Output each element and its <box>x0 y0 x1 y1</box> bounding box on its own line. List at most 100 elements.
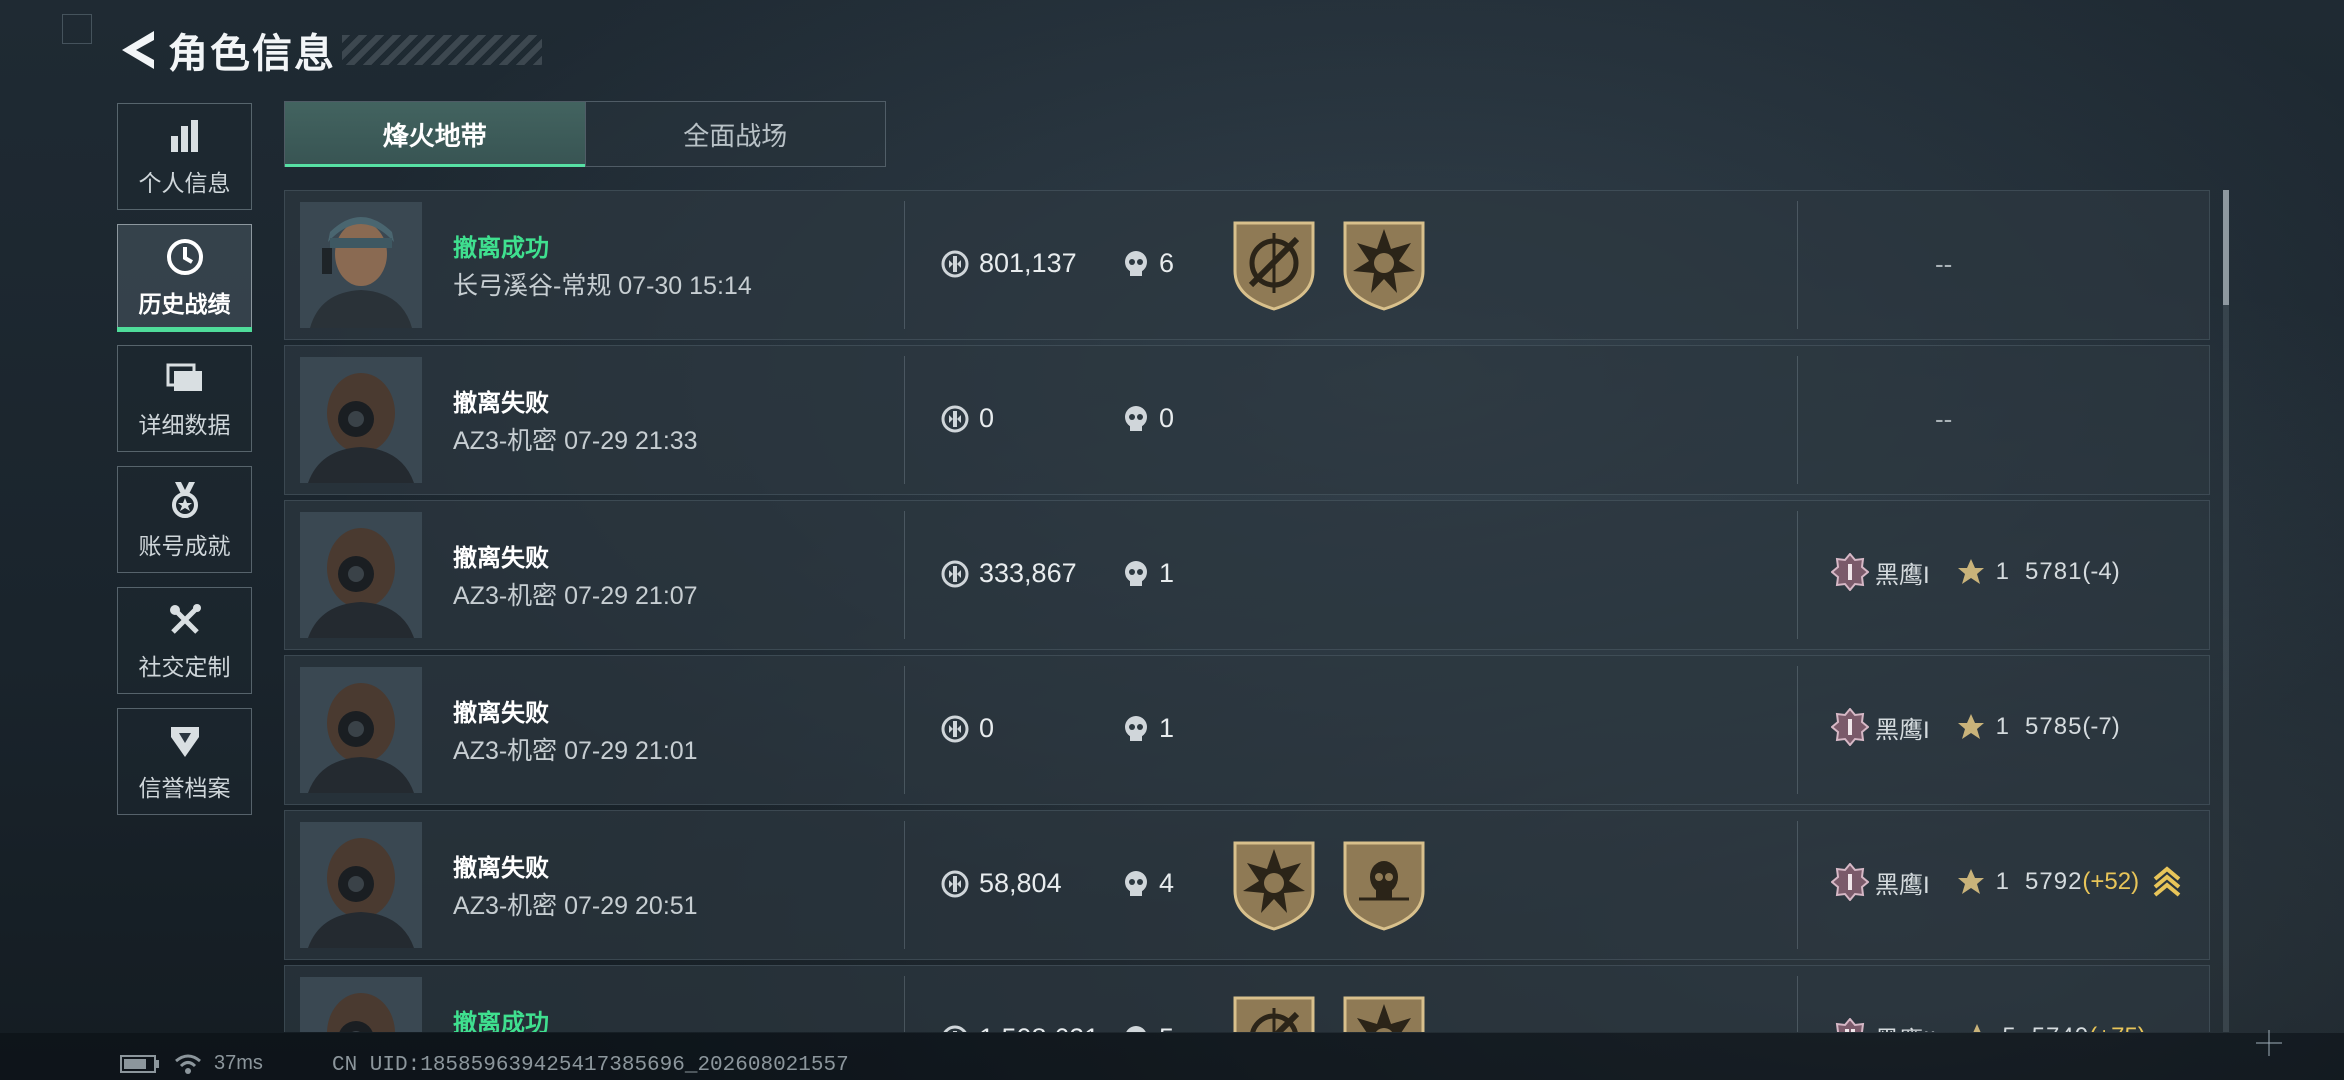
value-text: 0 <box>979 403 995 433</box>
corner-frame <box>62 14 92 44</box>
star-count: 1 <box>1995 558 2010 585</box>
map-and-time: AZ3-机密 07-29 21:33 <box>453 427 698 455</box>
coin-icon <box>941 250 969 277</box>
skull-icon <box>1125 870 1147 896</box>
map-and-time: 长弓溪谷-常规 07-30 15:14 <box>453 272 752 300</box>
uid-text: CN UID:185859639425417385696_20260802155… <box>332 1054 849 1077</box>
ping-text: 37ms <box>214 1052 263 1074</box>
tab-full-battlefield[interactable]: 全面战场 <box>584 102 886 166</box>
match-row[interactable]: 撤离失败 AZ3-机密 07-29 20:51 58,804 4 黑鹰I 1 5… <box>284 810 2210 960</box>
sidebar-item-details[interactable]: 详细数据 <box>117 345 252 452</box>
extraction-result: 撤离成功 <box>453 235 549 262</box>
row-divider <box>1797 201 1798 329</box>
star-count: 5 <box>2002 1023 2015 1032</box>
badge-group <box>1229 839 1449 931</box>
match-row[interactable]: 撤离失败 AZ3-机密 07-29 21:07 333,867 1 黑鹰I 1 … <box>284 500 2210 650</box>
coin-icon <box>943 1025 967 1032</box>
operator-avatar <box>300 822 422 948</box>
list-scrollbar[interactable] <box>2223 190 2229 1032</box>
sidebar-item-label: 历史战绩 <box>138 290 231 317</box>
operator-avatar <box>300 667 422 793</box>
value-text: 1,508,621 <box>979 1023 1099 1032</box>
title-decoration <box>342 35 542 65</box>
sidebar-item-achievements[interactable]: 账号成就 <box>117 466 252 573</box>
kills-text: 5 <box>1159 1023 1174 1032</box>
skull-icon <box>1125 250 1147 276</box>
rank-score: 5792 <box>2025 868 2083 895</box>
skull-icon <box>1125 560 1147 586</box>
match-row[interactable]: 撤离成功 长弓溪谷-常规 07-30 15:14 801,137 6 -- <box>284 190 2210 340</box>
match-value: 1,508,621 <box>941 1023 1099 1032</box>
extraction-result: 撤离失败 <box>453 390 549 417</box>
badge-group <box>1229 219 1449 311</box>
sidebar-item-profile[interactable]: 个人信息 <box>117 103 252 210</box>
match-history-list: 撤离成功 长弓溪谷-常规 07-30 15:14 801,137 6 -- 撤离… <box>284 190 2210 1032</box>
row-divider <box>904 821 905 949</box>
match-kills: 1 <box>1123 713 1174 744</box>
back-arrow-icon <box>122 31 154 69</box>
star-icon <box>1957 559 1984 584</box>
match-kills: 6 <box>1123 248 1174 279</box>
star-count: 1 <box>1995 868 2010 895</box>
skull-icon <box>1125 405 1147 431</box>
operator-avatar <box>300 202 422 328</box>
rank-placeholder: -- <box>1935 404 1953 434</box>
extraction-result: 撤离失败 <box>453 545 549 572</box>
coin-icon <box>941 870 969 897</box>
map-and-time: AZ3-机密 07-29 21:07 <box>453 582 698 610</box>
device-status: 37ms <box>120 1052 263 1075</box>
row-divider <box>904 976 905 1032</box>
rank-info: 黑鹰I 1 5792 (+52) <box>1831 863 2181 901</box>
match-row[interactable]: 撤离成功 1,508,621 5 黑鹰II 5 5740 (+75) <box>284 965 2210 1032</box>
rank-name: 黑鹰II <box>1875 1020 1936 1033</box>
battery-icon <box>120 1054 159 1073</box>
folder-icon <box>165 358 205 398</box>
row-divider <box>904 511 905 639</box>
match-value: 333,867 <box>941 558 1077 589</box>
extraction-result: 撤离失败 <box>453 855 549 882</box>
rank-info: 黑鹰I 1 5781 (-4) <box>1831 553 2120 591</box>
sniper-badge-icon <box>1233 996 1315 1032</box>
match-kills: 4 <box>1123 868 1174 899</box>
extraction-result: 撤离失败 <box>453 700 549 727</box>
sidebar-item-reputation[interactable]: 信誉档案 <box>117 708 252 815</box>
rank-delta: (-7) <box>2082 713 2120 740</box>
scrollbar-thumb[interactable] <box>2223 190 2229 305</box>
coin-icon <box>941 405 969 432</box>
value-text: 333,867 <box>979 558 1077 588</box>
extraction-result: 撤离成功 <box>453 1010 549 1032</box>
operator-avatar <box>300 512 422 638</box>
row-divider <box>1797 976 1798 1032</box>
sidebar-item-label: 社交定制 <box>138 653 231 680</box>
match-kills: 1 <box>1123 558 1174 589</box>
rank-emblem-icon <box>1831 863 1869 901</box>
sidebar-item-social[interactable]: 社交定制 <box>117 587 252 694</box>
burst-badge-icon <box>1233 841 1315 931</box>
plus-icon <box>2256 1030 2282 1056</box>
rank-emblem-icon <box>1831 708 1869 746</box>
tab-beacon-zone[interactable]: 烽火地带 <box>285 102 585 167</box>
value-text: 0 <box>979 713 995 743</box>
sidebar-item-label: 个人信息 <box>138 169 231 196</box>
rank-delta: (+52) <box>2082 868 2140 895</box>
rank-placeholder: -- <box>1935 249 1953 279</box>
row-divider <box>1797 356 1798 484</box>
rank-delta: (-4) <box>2082 558 2120 585</box>
match-row[interactable]: 撤离失败 AZ3-机密 07-29 21:01 0 1 黑鹰I 1 5785 (… <box>284 655 2210 805</box>
burst-badge-icon <box>1343 996 1425 1032</box>
medal-icon <box>165 479 205 519</box>
sidebar-item-history[interactable]: 历史战绩 <box>117 224 252 332</box>
match-row[interactable]: 撤离失败 AZ3-机密 07-29 21:33 0 0 -- <box>284 345 2210 495</box>
coin-icon <box>941 715 969 742</box>
rank-info: 黑鹰I 1 5785 (-7) <box>1831 708 2120 746</box>
tools-icon <box>165 600 205 640</box>
rank-delta: (+75) <box>2089 1023 2146 1032</box>
back-button[interactable] <box>116 25 160 75</box>
clock-icon <box>165 237 205 277</box>
rank-emblem-icon <box>1831 553 1869 591</box>
coin-icon <box>941 560 969 587</box>
value-text: 58,804 <box>979 868 1062 898</box>
row-divider <box>1797 821 1798 949</box>
sidebar-item-label: 信誉档案 <box>138 774 231 801</box>
kills-text: 1 <box>1159 713 1175 743</box>
